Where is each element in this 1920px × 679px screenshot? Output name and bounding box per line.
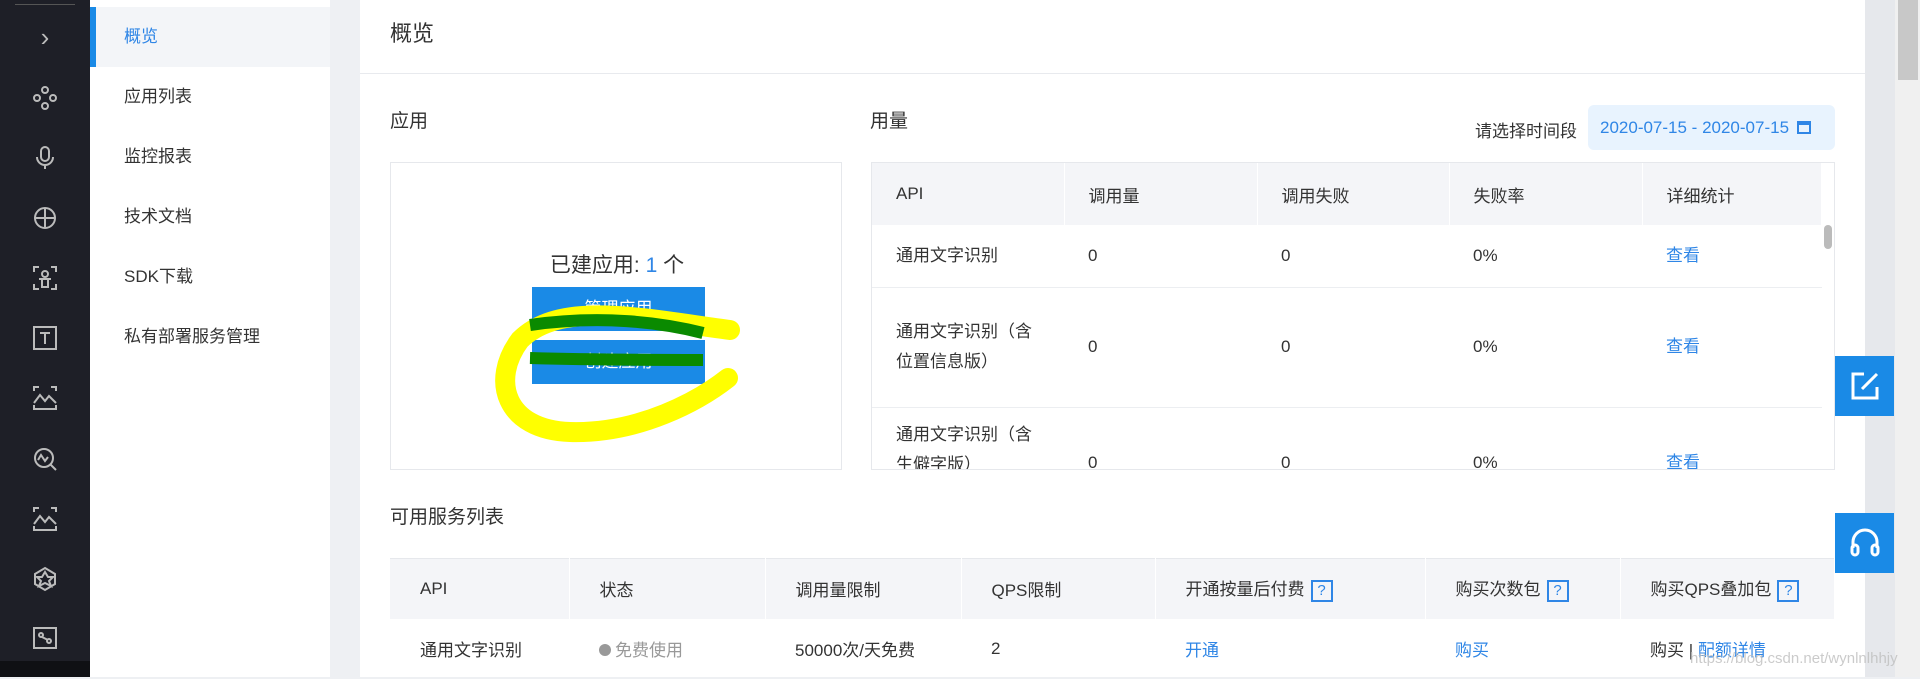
- call-count: 0: [1064, 407, 1257, 469]
- fail-rate: 0%: [1449, 407, 1642, 469]
- fail-rate: 0%: [1449, 225, 1642, 288]
- nav-item-sdk-download[interactable]: SDK下载: [90, 247, 330, 307]
- app-count: 已建应用: 1 个: [391, 249, 843, 279]
- column-header: 调用量: [1064, 163, 1258, 225]
- edit-icon: [1851, 372, 1878, 400]
- nav-item-overview[interactable]: 概览: [90, 7, 330, 67]
- image-scan-icon[interactable]: [27, 380, 63, 416]
- usage-table: API 调用量 调用失败 失败率 详细统计 通用文字识别 0 0 0% 查看 通…: [871, 162, 1835, 470]
- apps-section-title: 应用: [390, 111, 429, 132]
- column-header: API: [872, 163, 1065, 225]
- api-name: 通用文字识别（含位置信息版）: [872, 287, 1064, 408]
- enable-postpaid-link[interactable]: 开通: [1155, 619, 1425, 679]
- column-label: 开通按量后付费: [1185, 580, 1305, 600]
- chevron-right-icon[interactable]: ›: [27, 19, 63, 55]
- nodes-icon[interactable]: [27, 80, 63, 116]
- nav-item-app-list[interactable]: 应用列表: [90, 67, 330, 127]
- page-scrollbar-thumb[interactable]: [1898, 0, 1918, 80]
- column-header: 调用量限制: [765, 558, 962, 619]
- date-range-label: 请选择时间段: [1475, 122, 1577, 141]
- apps-card: 已建应用: 1 个 管理应用 创建应用: [390, 162, 842, 470]
- manage-apps-button[interactable]: 管理应用: [532, 287, 705, 331]
- page-gutter: [1865, 0, 1895, 677]
- column-label: 购买次数包: [1455, 580, 1541, 600]
- face-scan-icon[interactable]: [27, 260, 63, 296]
- table-row: 通用文字识别（含位置信息版） 0 0 0% 查看: [872, 287, 1822, 408]
- view-details-link[interactable]: 查看: [1642, 287, 1822, 408]
- api-name: 通用文字识别: [420, 641, 522, 660]
- column-header: 购买次数包?: [1425, 558, 1621, 619]
- status-dot-icon: [599, 644, 611, 656]
- page-scrollbar[interactable]: [1895, 0, 1920, 677]
- date-range-picker[interactable]: 2020-07-15 - 2020-07-15: [1588, 105, 1835, 150]
- nav-item-tech-docs[interactable]: 技术文档: [90, 187, 330, 247]
- qps-actions: 购买 | 配额详情: [1620, 619, 1835, 679]
- microphone-icon[interactable]: [27, 140, 63, 176]
- help-icon[interactable]: ?: [1777, 580, 1800, 602]
- customer-service-button[interactable]: [1835, 513, 1894, 573]
- table-header: API 状态 调用量限制 QPS限制 开通按量后付费? 购买次数包? 购买QPS…: [390, 558, 1835, 619]
- app-count-unit: 个: [657, 254, 685, 277]
- column-header: 开通按量后付费?: [1155, 558, 1426, 619]
- column-label: 购买QPS叠加包: [1650, 580, 1772, 600]
- api-name: 通用文字识别（含生僻字版）: [872, 407, 1064, 469]
- column-header: API: [390, 558, 570, 619]
- divider: [360, 73, 1865, 74]
- view-details-link[interactable]: 查看: [1642, 407, 1822, 469]
- date-range-value: 2020-07-15 - 2020-07-15: [1600, 118, 1790, 137]
- table-scrollbar[interactable]: [1824, 225, 1832, 249]
- table-row: 通用文字识别 免费使用 50000次/天免费 2 开通 购买 购买 | 配额详情: [390, 619, 1835, 679]
- fail-count: 0: [1257, 225, 1449, 288]
- help-icon[interactable]: ?: [1546, 580, 1569, 602]
- create-app-button[interactable]: 创建应用: [532, 340, 705, 384]
- image-search-icon[interactable]: [27, 441, 63, 477]
- buy-qps-link[interactable]: 购买: [1650, 641, 1684, 660]
- services-table: API 状态 调用量限制 QPS限制 开通按量后付费? 购买次数包? 购买QPS…: [390, 558, 1835, 679]
- headset-icon: [1850, 528, 1879, 557]
- status-badge: 免费使用: [569, 619, 765, 679]
- column-header: 购买QPS叠加包?: [1620, 558, 1835, 619]
- calendar-icon: [1796, 121, 1811, 134]
- rail-footer: [0, 661, 90, 677]
- call-count: 0: [1064, 287, 1257, 408]
- map-icon[interactable]: [27, 620, 63, 656]
- side-nav: 概览 应用列表 监控报表 技术文档 SDK下载 私有部署服务管理: [90, 0, 330, 677]
- icon-rail: ›: [0, 0, 90, 677]
- nav-item-private-deploy[interactable]: 私有部署服务管理: [90, 307, 330, 367]
- app-count-value: 1: [645, 254, 658, 277]
- fail-rate: 0%: [1449, 287, 1642, 408]
- column-header: 详细统计: [1642, 163, 1822, 225]
- column-header: 失败率: [1449, 163, 1643, 225]
- app-count-label: 已建应用:: [549, 254, 646, 277]
- services-section-title: 可用服务列表: [390, 507, 505, 528]
- text-icon[interactable]: [27, 320, 63, 356]
- status-text: 免费使用: [615, 641, 683, 660]
- fail-count: 0: [1257, 407, 1449, 469]
- view-details-link[interactable]: 查看: [1642, 225, 1822, 288]
- main-panel: 概览 应用 已建应用: 1 个 管理应用 创建应用 用量 请选择时间段 2020…: [360, 0, 1865, 677]
- table-row: 通用文字识别 0 0 0% 查看: [872, 225, 1822, 288]
- help-icon[interactable]: ?: [1310, 580, 1333, 602]
- fail-count: 0: [1257, 287, 1449, 408]
- nav-item-monitor-report[interactable]: 监控报表: [90, 127, 330, 187]
- hexagon-star-icon[interactable]: [27, 561, 63, 597]
- call-count: 0: [1064, 225, 1257, 288]
- feedback-edit-button[interactable]: [1835, 356, 1894, 416]
- qps-limit: 2: [991, 638, 1001, 658]
- page-title: 概览: [390, 21, 435, 46]
- divider: [15, 4, 75, 5]
- table-row: 通用文字识别（含生僻字版） 0 0 0% 查看: [872, 407, 1822, 469]
- column-header: 状态: [569, 558, 766, 619]
- api-name: 通用文字识别: [872, 225, 1064, 288]
- column-header: 调用失败: [1257, 163, 1450, 225]
- usage-section-title: 用量: [870, 111, 909, 132]
- buy-package-link[interactable]: 购买: [1425, 619, 1620, 679]
- table-header: API 调用量 调用失败 失败率 详细统计: [872, 163, 1822, 225]
- call-limit: 50000次/天免费: [795, 641, 915, 660]
- globe-icon[interactable]: [27, 200, 63, 236]
- watermark: https://blog.csdn.net/wynlnlhhjy: [1690, 650, 1898, 667]
- column-header: QPS限制: [961, 558, 1156, 619]
- image-scan-icon[interactable]: [27, 501, 63, 537]
